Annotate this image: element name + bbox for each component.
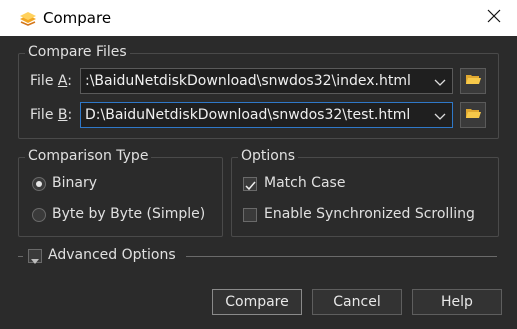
folder-open-icon (465, 106, 481, 124)
close-button[interactable] (471, 0, 517, 36)
browse-file-b-button[interactable] (460, 102, 486, 128)
file-b-label: File B: (30, 107, 73, 123)
binary-radio[interactable] (32, 177, 46, 191)
advanced-separator-left (18, 256, 23, 257)
browse-file-a-button[interactable] (460, 68, 486, 94)
close-icon (487, 9, 501, 27)
folder-open-icon (465, 72, 481, 90)
options-group (231, 157, 499, 237)
compare-button[interactable]: Compare (212, 289, 302, 315)
title-bar: Compare (0, 0, 517, 36)
help-button[interactable]: Help (412, 289, 502, 315)
comparison-type-legend: Comparison Type (25, 148, 152, 164)
match-case-label[interactable]: Match Case (264, 175, 345, 191)
match-case-checkbox[interactable] (243, 177, 257, 191)
chevron-down-icon (434, 76, 446, 86)
advanced-options-label[interactable]: Advanced Options (48, 247, 176, 263)
help-button-label: Help (441, 294, 473, 310)
window-title: Compare (43, 9, 112, 27)
file-a-path: :\BaiduNetdiskDownload\snwdos32\index.ht… (85, 73, 411, 89)
compare-files-legend: Compare Files (25, 44, 130, 60)
chevron-down-icon (31, 253, 39, 269)
chevron-down-icon (434, 110, 446, 120)
sync-scrolling-checkbox[interactable] (243, 208, 257, 222)
advanced-separator-right (186, 256, 497, 257)
compare-button-label: Compare (225, 294, 289, 310)
comparison-type-group (18, 157, 223, 237)
file-b-combo[interactable]: D:\BaiduNetdiskDownload\snwdos32\test.ht… (80, 102, 453, 128)
compare-dialog: Compare Compare Files File A: :\BaiduNet… (0, 0, 517, 329)
checkmark-icon (245, 179, 256, 195)
cancel-button[interactable]: Cancel (312, 289, 402, 315)
advanced-expand-toggle[interactable] (28, 249, 42, 264)
file-a-combo[interactable]: :\BaiduNetdiskDownload\snwdos32\index.ht… (80, 68, 453, 94)
binary-label[interactable]: Binary (52, 175, 97, 191)
file-a-label: File A: (30, 73, 72, 89)
file-b-path: D:\BaiduNetdiskDownload\snwdos32\test.ht… (85, 107, 411, 123)
sync-scrolling-label[interactable]: Enable Synchronized Scrolling (264, 206, 475, 222)
byte-by-byte-radio[interactable] (32, 208, 46, 222)
byte-by-byte-label[interactable]: Byte by Byte (Simple) (52, 206, 205, 222)
app-logo-icon (18, 10, 38, 26)
cancel-button-label: Cancel (333, 294, 381, 310)
options-legend: Options (238, 148, 299, 164)
